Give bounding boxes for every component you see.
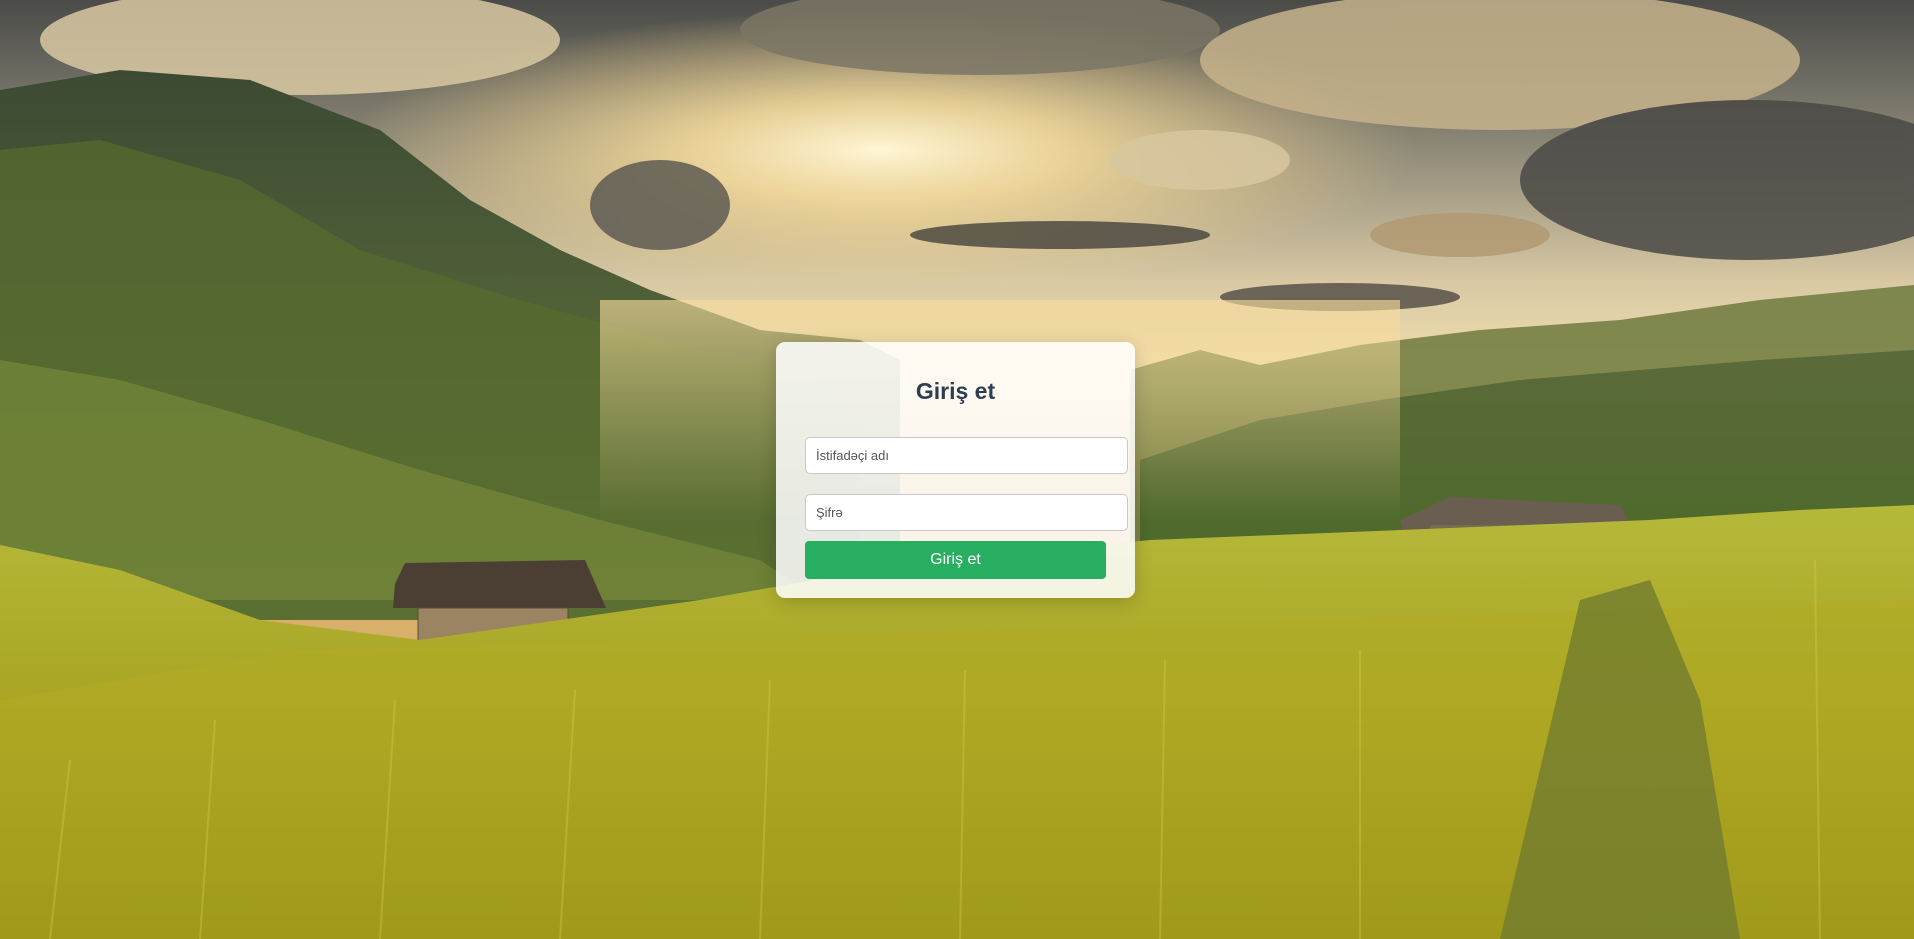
login-submit-button[interactable]: Giriş et: [805, 541, 1106, 579]
login-title: Giriş et: [915, 378, 996, 404]
login-card: Giriş et Giriş et: [776, 342, 1135, 598]
password-input[interactable]: [805, 494, 1128, 531]
username-input[interactable]: [805, 437, 1128, 474]
